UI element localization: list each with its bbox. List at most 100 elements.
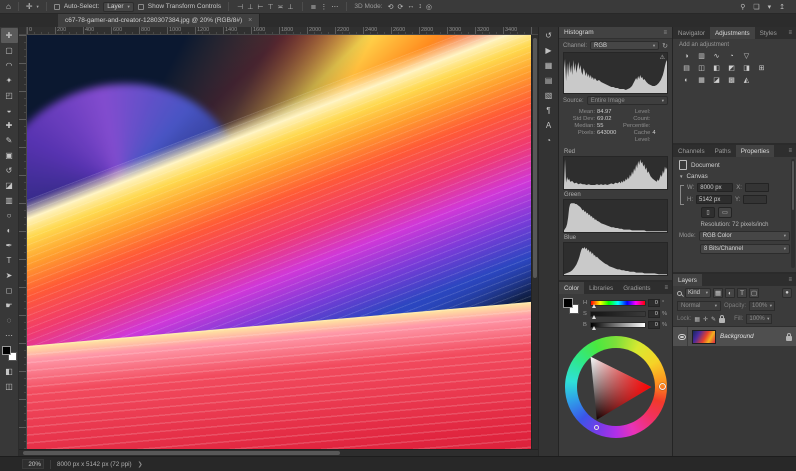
zoom-tool[interactable]: ◌	[1, 313, 18, 328]
shape-tool[interactable]: ◻	[1, 283, 18, 298]
brightness-slider[interactable]	[590, 322, 646, 328]
y-field[interactable]	[743, 195, 767, 204]
3d-scale-icon[interactable]: ◎	[425, 3, 433, 11]
home-icon[interactable]: ⌂	[6, 3, 11, 11]
libraries-panel-icon[interactable]: ▤	[545, 77, 553, 85]
share-icon[interactable]: ↥	[778, 3, 786, 11]
photo-filter-icon[interactable]: ◩	[726, 63, 737, 73]
slider-thumb[interactable]	[592, 304, 596, 308]
scrollbar-thumb[interactable]	[23, 451, 340, 455]
toolbar-color-swatches[interactable]	[2, 346, 17, 361]
layer-name[interactable]: Background	[720, 333, 754, 340]
type-tool[interactable]: T	[1, 253, 18, 268]
show-transform-checkbox[interactable]	[138, 4, 144, 10]
notes-panel-icon[interactable]: ▧	[545, 92, 553, 100]
clone-stamp-tool[interactable]: ▣	[1, 148, 18, 163]
foreground-color-swatch[interactable]	[563, 298, 573, 308]
shape-filter-icon[interactable]: ▢	[749, 288, 759, 298]
black-white-icon[interactable]: ◧	[711, 63, 722, 73]
x-field[interactable]	[745, 183, 769, 192]
exposure-icon[interactable]: ◔	[726, 51, 737, 61]
color-wheel[interactable]	[565, 336, 667, 438]
panel-menu-icon[interactable]: ≡	[788, 277, 796, 283]
adjustment-filter-icon[interactable]: ◐	[725, 288, 735, 298]
workspace-icon[interactable]: ❏	[752, 3, 760, 11]
panel-scrollbar[interactable]	[791, 159, 795, 268]
saturation-slider[interactable]	[590, 311, 646, 317]
uncached-refresh-icon[interactable]: ↻	[662, 42, 668, 50]
tab-channels[interactable]: Channels	[673, 145, 710, 157]
align-left-icon[interactable]: ⊣	[236, 3, 244, 11]
search-icon[interactable]: ⚲	[739, 3, 746, 11]
slider-thumb[interactable]	[592, 326, 596, 330]
layer-row-background[interactable]: Background	[673, 327, 796, 346]
tab-navigator[interactable]: Navigator	[673, 27, 710, 39]
hue-selector[interactable]	[659, 383, 666, 390]
crop-tool[interactable]: ◰	[1, 88, 18, 103]
curves-icon[interactable]: ∿	[711, 51, 722, 61]
align-middle-icon[interactable]: ≍	[277, 3, 285, 11]
link-dimensions-icon[interactable]	[680, 185, 684, 205]
layer-thumbnail[interactable]	[692, 330, 716, 344]
history-panel-icon[interactable]: ↺	[545, 32, 552, 40]
hue-value[interactable]: 0	[648, 299, 660, 307]
hand-tool[interactable]: ☛	[1, 298, 18, 313]
opacity-field[interactable]: 100%▾	[749, 301, 775, 311]
pixel-filter-icon[interactable]: ▦	[713, 288, 723, 298]
threshold-icon[interactable]: ◪	[711, 75, 722, 85]
tab-adjustments[interactable]: Adjustments	[710, 27, 755, 39]
3d-rotate-icon[interactable]: ⟲	[387, 3, 395, 11]
brush-tool[interactable]: ✎	[1, 133, 18, 148]
channel-mixer-icon[interactable]: ◨	[741, 63, 752, 73]
clone-source-panel-icon[interactable]: ◔	[546, 137, 551, 145]
canvas-horizontal-scrollbar[interactable]	[19, 449, 531, 456]
gradient-map-icon[interactable]: ▩	[726, 75, 737, 85]
marquee-tool[interactable]: ▢	[1, 43, 18, 58]
canvas-vertical-scrollbar[interactable]	[531, 35, 538, 449]
lock-all-icon[interactable]	[719, 318, 725, 323]
toolbar-ellipsis[interactable]: ⋯	[1, 328, 18, 343]
brightness-value[interactable]: 0	[648, 321, 660, 329]
width-field[interactable]: 8000 px	[697, 183, 733, 192]
gradient-tool[interactable]: ▥	[1, 193, 18, 208]
distribute-vertical-icon[interactable]: ≣	[310, 3, 318, 11]
sv-selector[interactable]	[594, 425, 599, 430]
document-canvas[interactable]	[27, 35, 531, 449]
workspace-caret-icon[interactable]: ▾	[767, 3, 773, 11]
blend-mode-dropdown[interactable]: Normal▾	[677, 301, 721, 311]
tab-styles[interactable]: Styles	[755, 27, 782, 39]
status-chevron-icon[interactable]: ❯	[138, 461, 143, 468]
source-dropdown[interactable]: Entire Image▾	[587, 96, 668, 105]
bit-depth-dropdown[interactable]: 8 Bits/Channel▾	[700, 244, 790, 254]
auto-select-dropdown[interactable]: Layer▾	[103, 2, 134, 12]
hue-saturation-icon[interactable]: ▤	[681, 63, 692, 73]
hue-slider[interactable]	[590, 300, 646, 306]
move-tool-options-icon[interactable]: ✛	[26, 3, 33, 11]
lock-transparency-icon[interactable]: ▦	[694, 316, 700, 323]
character-panel-icon[interactable]: A	[546, 122, 551, 130]
scrollbar-thumb[interactable]	[533, 38, 537, 278]
slider-thumb[interactable]	[592, 315, 596, 319]
tab-layers[interactable]: Layers	[673, 274, 702, 286]
lock-position-icon[interactable]: ✛	[703, 316, 708, 323]
filter-toggle[interactable]: ●	[782, 288, 792, 298]
type-filter-icon[interactable]: T	[737, 288, 747, 298]
posterize-icon[interactable]: ▦	[696, 75, 707, 85]
background-lock-icon[interactable]	[786, 336, 792, 341]
screen-mode-button[interactable]: ◫	[1, 379, 18, 394]
scrollbar-thumb[interactable]	[792, 161, 794, 210]
panel-menu-icon[interactable]: ≡	[788, 30, 796, 36]
more-align-options-icon[interactable]: ⋯	[330, 3, 339, 11]
brightness-contrast-icon[interactable]: ◑	[681, 51, 692, 61]
paragraph-panel-icon[interactable]: ¶	[546, 107, 550, 115]
vibrance-icon[interactable]: ▽	[741, 51, 752, 61]
landscape-orientation-button[interactable]: ▭	[718, 207, 732, 218]
align-center-h-icon[interactable]: ⊥	[246, 3, 254, 11]
path-selection-tool[interactable]: ➤	[1, 268, 18, 283]
close-icon[interactable]: ×	[248, 17, 252, 24]
history-brush-tool[interactable]: ↺	[1, 163, 18, 178]
tab-color[interactable]: Color	[559, 282, 584, 294]
selective-color-icon[interactable]: ◭	[741, 75, 752, 85]
panel-menu-icon[interactable]: ≡	[664, 285, 672, 291]
panel-menu-icon[interactable]: ≡	[663, 30, 667, 36]
